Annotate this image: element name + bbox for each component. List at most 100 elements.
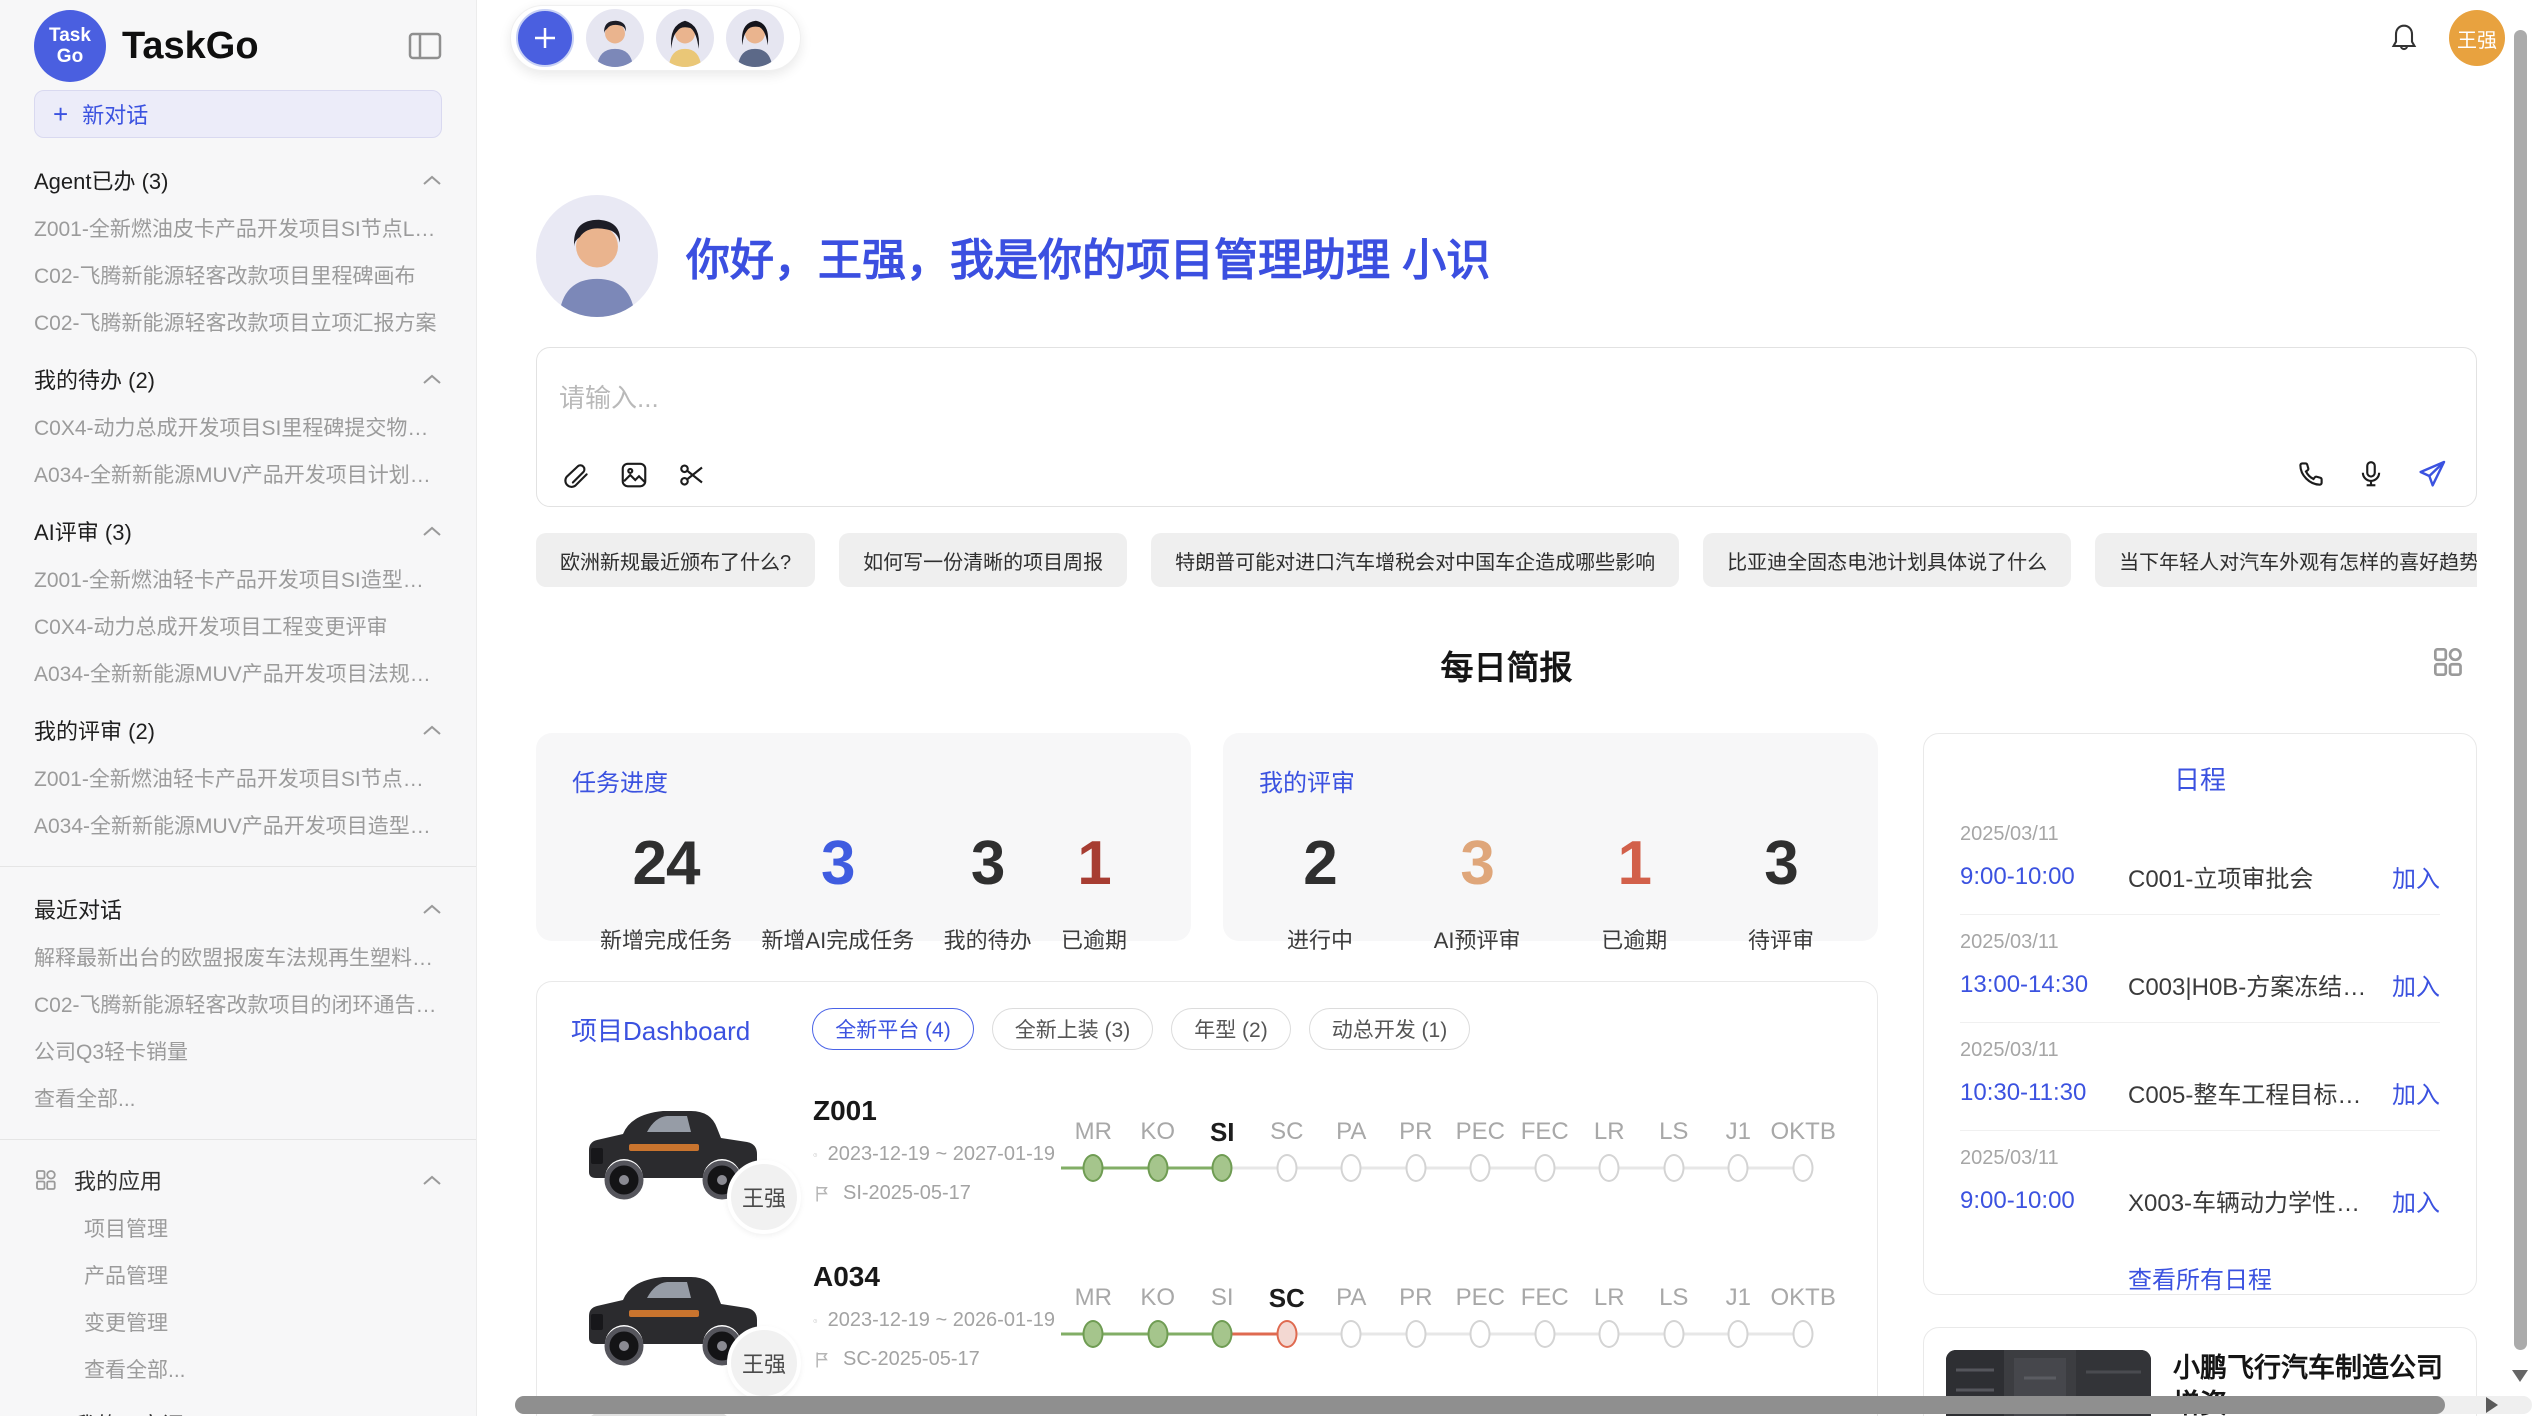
recent-item[interactable]: C02-飞腾新能源轻客改款项目的闭环通告反馈情况 bbox=[34, 989, 442, 1019]
chat-input[interactable] bbox=[559, 378, 1916, 438]
scroll-right-arrow-icon[interactable] bbox=[2486, 1397, 2498, 1413]
milestone: SC bbox=[1255, 1280, 1320, 1352]
microphone-icon[interactable] bbox=[2356, 459, 2386, 489]
milestone: FEC bbox=[1513, 1114, 1578, 1186]
section-label: 我的评审 (2) bbox=[34, 714, 155, 746]
dashboard-tab[interactable]: 动总开发 (1) bbox=[1309, 1008, 1471, 1050]
layout-grid-icon[interactable] bbox=[2429, 643, 2467, 681]
sidebar-task-item[interactable]: Z001-全新燃油轻卡产品开发项目SI造型提交物评审 bbox=[34, 564, 442, 594]
project-thumbnail: 王强 bbox=[571, 1084, 771, 1216]
sidebar-section-header[interactable]: AI评审 (3) bbox=[34, 515, 442, 547]
milestone-label: LR bbox=[1577, 1114, 1642, 1150]
schedule-entries: 2025/03/119:00-10:00C001-立项审批会加入2025/03/… bbox=[1960, 807, 2440, 1238]
milestone-node-row bbox=[1577, 1316, 1642, 1352]
chat-composer bbox=[536, 347, 2477, 507]
join-button[interactable]: 加入 bbox=[2392, 1075, 2440, 1110]
join-button[interactable]: 加入 bbox=[2392, 1183, 2440, 1218]
stat-value: 3 bbox=[1748, 828, 1814, 899]
sidebar-task-item[interactable]: A034-全新新能源MUV产品开发项目计划变更表编写 bbox=[34, 459, 442, 489]
image-icon[interactable] bbox=[619, 460, 649, 490]
milestone-node bbox=[1470, 1154, 1491, 1182]
suggestion-chip[interactable]: 欧洲新规最近颁布了什么? bbox=[536, 533, 815, 587]
attachment-icon[interactable] bbox=[561, 460, 591, 490]
milestone: J1 bbox=[1706, 1280, 1771, 1352]
suggestion-chip[interactable]: 比亚迪全固态电池计划具体说了什么 bbox=[1703, 533, 2071, 587]
scroll-down-arrow-icon[interactable] bbox=[2512, 1370, 2528, 1382]
daily-brief-header: 每日简报 bbox=[536, 641, 2477, 687]
scissors-icon[interactable] bbox=[677, 460, 707, 490]
sidebar-task-item[interactable]: Z001-全新燃油皮卡产品开发项目SI节点Lesson Learn报告 bbox=[34, 213, 442, 243]
milestone-node bbox=[1534, 1154, 1555, 1182]
horizontal-scrollbar[interactable] bbox=[515, 1396, 2532, 1414]
bell-icon[interactable] bbox=[2389, 22, 2419, 54]
milestone-label: PA bbox=[1319, 1280, 1384, 1316]
milestone-node bbox=[1728, 1320, 1749, 1348]
project-dates: 2023-12-19 ~ 2027-01-19 bbox=[813, 1143, 1055, 1166]
dashboard-tab[interactable]: 全新平台 (4) bbox=[812, 1008, 974, 1050]
schedule-entry[interactable]: 2025/03/119:00-10:00X003-车辆动力学性能验...加入 bbox=[1960, 1130, 2440, 1238]
stats-row: 任务进度 24新增完成任务3新增AI完成任务3我的待办1已逾期 我的评审 2进行… bbox=[536, 733, 1878, 941]
app-item[interactable]: 项目管理 bbox=[84, 1213, 442, 1243]
join-button[interactable]: 加入 bbox=[2392, 967, 2440, 1002]
schedule-date: 2025/03/11 bbox=[1960, 1039, 2440, 1062]
dashboard-tab[interactable]: 全新上装 (3) bbox=[992, 1008, 1154, 1050]
suggestion-chip[interactable]: 特朗普可能对进口汽车增税会对中国车企造成哪些影响 bbox=[1151, 533, 1679, 587]
sidebar-section-header[interactable]: Agent已办 (3) bbox=[34, 164, 442, 196]
milestone-label: LS bbox=[1642, 1280, 1707, 1316]
sidebar-task-item[interactable]: C02-飞腾新能源轻客改款项目立项汇报方案 bbox=[34, 307, 442, 337]
milestone-node bbox=[1599, 1154, 1620, 1182]
schedule-entry[interactable]: 2025/03/119:00-10:00C001-立项审批会加入 bbox=[1960, 807, 2440, 914]
schedule-entry[interactable]: 2025/03/1110:30-11:30C005-整车工程目标评审加入 bbox=[1960, 1022, 2440, 1130]
sidebar-task-item[interactable]: A034-全新新能源MUV产品开发项目法规符合性评审 bbox=[34, 658, 442, 688]
project-owner-badge: 王强 bbox=[727, 1160, 801, 1234]
sidebar-section-header[interactable]: 我的评审 (2) bbox=[34, 714, 442, 746]
sidebar-task-item[interactable]: C0X4-动力总成开发项目工程变更评审 bbox=[34, 611, 442, 641]
project-row[interactable]: 王强 A034 2023-12-19 ~ 2026-01-19 SC-2025-… bbox=[571, 1250, 1843, 1382]
apps-view-all[interactable]: 查看全部... bbox=[84, 1354, 442, 1384]
suggestion-chip[interactable]: 如何写一份清晰的项目周报 bbox=[839, 533, 1127, 587]
sidebar-task-item[interactable]: Z001-全新燃油轻卡产品开发项目SI节点属性5D文件评审 bbox=[34, 763, 442, 793]
sidebar-task-item[interactable]: C02-飞腾新能源轻客改款项目里程碑画布 bbox=[34, 260, 442, 290]
milestone-label: J1 bbox=[1706, 1280, 1771, 1316]
recent-item[interactable]: 解释最新出台的欧盟报废车法规再生塑料比例被调至15%... bbox=[34, 942, 442, 972]
sidebar-section-recent[interactable]: 最近对话 bbox=[34, 893, 442, 925]
schedule-entry[interactable]: 2025/03/1113:00-14:30C003|H0B-方案冻结评审加入 bbox=[1960, 914, 2440, 1022]
sidebar-item-cloud[interactable]: 我的云空间 bbox=[34, 1408, 442, 1416]
send-icon[interactable] bbox=[2416, 458, 2448, 490]
phone-icon[interactable] bbox=[2296, 459, 2326, 489]
sidebar-collapse-icon[interactable] bbox=[408, 32, 442, 60]
project-row[interactable]: 王强 Z001 2023-12-19 ~ 2027-01-19 SI-2025-… bbox=[571, 1084, 1843, 1216]
agent-avatar-2[interactable] bbox=[656, 9, 714, 67]
sidebar-item-my-apps[interactable]: 我的应用 bbox=[34, 1164, 442, 1196]
new-chat-button[interactable]: + 新对话 bbox=[34, 90, 442, 138]
user-avatar[interactable]: 王强 bbox=[2449, 10, 2505, 66]
schedule-view-all[interactable]: 查看所有日程 bbox=[1960, 1260, 2440, 1295]
stat-label: 已逾期 bbox=[1061, 923, 1127, 955]
task-progress-title: 任务进度 bbox=[572, 763, 1155, 798]
vertical-scrollbar-thumb[interactable] bbox=[2514, 30, 2527, 1350]
dashboard-tab[interactable]: 年型 (2) bbox=[1171, 1008, 1291, 1050]
sidebar-task-item[interactable]: C0X4-动力总成开发项目SI里程碑提交物检查 bbox=[34, 412, 442, 442]
milestone-node-row bbox=[1126, 1150, 1191, 1186]
horizontal-scrollbar-thumb[interactable] bbox=[515, 1396, 2445, 1414]
sidebar-task-item[interactable]: A034-全新新能源MUV产品开发项目造型可行性评审 bbox=[34, 810, 442, 840]
section-label: 我的待办 (2) bbox=[34, 363, 155, 395]
sidebar-section-header[interactable]: 我的待办 (2) bbox=[34, 363, 442, 395]
milestone: SI bbox=[1190, 1280, 1255, 1352]
recent-view-all[interactable]: 查看全部... bbox=[34, 1083, 442, 1113]
suggestion-chip[interactable]: 当下年轻人对汽车外观有怎样的喜好趋势 bbox=[2095, 533, 2477, 587]
project-dashboard-card: 项目Dashboard 全新平台 (4)全新上装 (3)年型 (2)动总开发 (… bbox=[536, 981, 1878, 1416]
schedule-event-name: C003|H0B-方案冻结评审 bbox=[2128, 967, 2380, 1002]
agent-avatar-1[interactable] bbox=[586, 9, 644, 67]
daily-brief-title: 每日简报 bbox=[536, 641, 2477, 689]
recent-item[interactable]: 公司Q3轻卡销量 bbox=[34, 1036, 442, 1066]
app-item[interactable]: 产品管理 bbox=[84, 1260, 442, 1290]
app-item[interactable]: 变更管理 bbox=[84, 1307, 442, 1337]
plus-icon: + bbox=[53, 101, 68, 127]
my-review-title: 我的评审 bbox=[1259, 763, 1842, 798]
assistant-avatar bbox=[536, 195, 658, 317]
join-button[interactable]: 加入 bbox=[2392, 859, 2440, 894]
add-agent-button[interactable] bbox=[516, 9, 574, 67]
greeting-text: 你好，王强，我是你的项目管理助理 小识 bbox=[686, 224, 1490, 288]
agent-avatar-3[interactable] bbox=[726, 9, 784, 67]
